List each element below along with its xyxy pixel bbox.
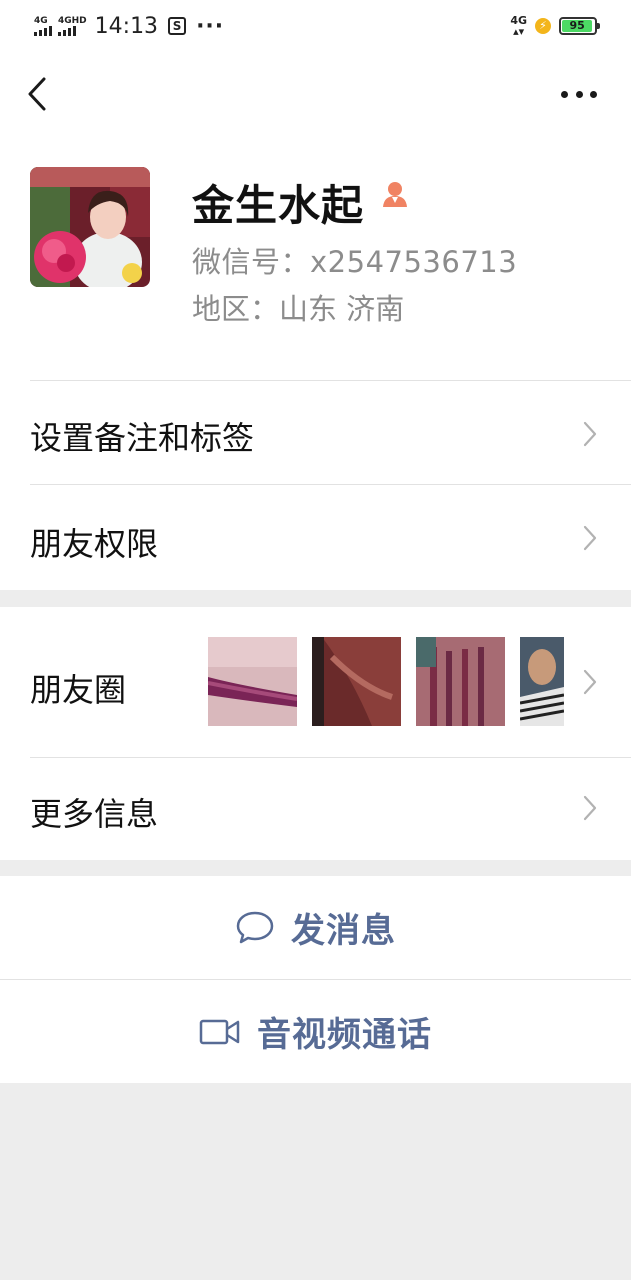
send-message-label: 发消息	[291, 911, 396, 951]
chevron-right-icon	[583, 795, 597, 821]
more-info-row[interactable]: 更多信息	[0, 757, 631, 860]
female-user-icon	[383, 182, 407, 207]
chevron-right-icon	[583, 421, 597, 447]
more-notifications-icon: ···	[196, 13, 225, 39]
status-bar: 4G 4GHD 14:13 S ··· 4G ▴▾ ⚡ 95	[0, 0, 631, 52]
moments-row[interactable]: 朋友圈	[0, 607, 631, 757]
signal-1-label: 4G	[34, 16, 48, 26]
moments-thumbnails	[208, 637, 564, 726]
battery-level: 95	[562, 20, 593, 32]
moments-label: 朋友圈	[30, 671, 127, 709]
signal-1-icon: 4G	[34, 16, 52, 36]
divider	[0, 979, 631, 980]
moments-photo[interactable]	[520, 637, 564, 726]
chevron-right-icon	[583, 669, 597, 695]
app-notification-icon: S	[168, 17, 187, 35]
avatar[interactable]	[30, 167, 150, 287]
more-dots-icon[interactable]	[561, 88, 597, 100]
network-4g-label: 4G	[510, 14, 527, 27]
wechat-id: 微信号：x2547536713	[192, 245, 518, 279]
profile-card: 金生水起 微信号：x2547536713 地区：山东 济南 设置备注和标签 朋友…	[0, 52, 631, 590]
chat-bubble-icon	[236, 911, 274, 943]
send-message-button[interactable]: 发消息	[0, 876, 631, 979]
video-camera-icon	[199, 1019, 240, 1044]
moments-photo[interactable]	[208, 637, 297, 726]
status-time: 14:13	[94, 13, 159, 39]
charging-icon: ⚡	[535, 18, 551, 34]
divider	[30, 757, 631, 758]
friend-permissions-label: 朋友权限	[30, 525, 159, 563]
contact-name: 金生水起	[192, 181, 365, 230]
chevron-left-icon[interactable]	[24, 74, 54, 114]
signal-2-label: 4GHD	[58, 16, 87, 26]
contact-profile-screen: 4G 4GHD 14:13 S ··· 4G ▴▾ ⚡ 95 金生水起 微信号：…	[0, 0, 631, 1280]
friend-permissions-row[interactable]: 朋友权限	[0, 485, 631, 590]
signal-2-icon: 4GHD	[58, 16, 87, 36]
more-info-label: 更多信息	[30, 795, 159, 833]
network-4g-icon: 4G ▴▾	[510, 14, 527, 38]
remark-tags-label: 设置备注和标签	[30, 419, 255, 457]
moments-photo[interactable]	[312, 637, 401, 726]
video-call-label: 音视频通话	[257, 1015, 432, 1055]
battery-icon: 95	[559, 17, 600, 35]
region: 地区：山东 济南	[192, 292, 405, 326]
video-call-button[interactable]: 音视频通话	[0, 979, 631, 1083]
moments-photo[interactable]	[416, 637, 505, 726]
chevron-right-icon	[583, 525, 597, 551]
remark-tags-row[interactable]: 设置备注和标签	[0, 381, 631, 485]
